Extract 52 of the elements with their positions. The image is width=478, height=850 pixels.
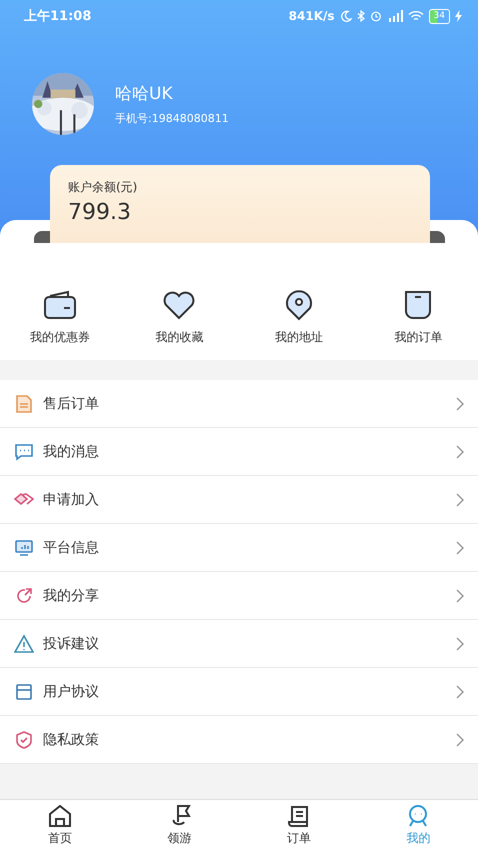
wallet-icon [42, 289, 78, 321]
menu-item[interactable]: 投诉建议 [0, 620, 478, 668]
chat-bubble-icon [14, 442, 34, 462]
balance-card[interactable]: 账户余额(元) 799.3 [50, 165, 430, 243]
shield-icon [14, 730, 34, 750]
menu-item[interactable]: 我的消息 [0, 428, 478, 476]
chevron-right-icon [456, 444, 464, 458]
menu-label: 我的分享 [43, 586, 100, 604]
charging-icon [455, 10, 462, 22]
menu-item[interactable]: 我的分享 [0, 572, 478, 620]
chevron-right-icon [456, 588, 464, 602]
chevron-right-icon [456, 396, 464, 410]
menu-label: 隐私政策 [43, 730, 100, 748]
balance-amount: 799.3 [68, 200, 132, 225]
menu-item[interactable]: 平台信息 [0, 524, 478, 572]
warning-icon [14, 634, 34, 654]
menu-label: 申请加入 [43, 490, 100, 508]
chevron-right-icon [456, 684, 464, 698]
wifi-icon [408, 10, 424, 22]
moon-icon [340, 10, 352, 22]
chevron-right-icon [456, 540, 464, 554]
network-speed: 841K/s [288, 9, 335, 23]
menu-item[interactable]: 申请加入 [0, 476, 478, 524]
monitor-icon [14, 538, 34, 558]
tab-item[interactable]: 首页 [0, 800, 120, 850]
shortcut-item[interactable]: 我的收藏 [120, 289, 239, 346]
shortcut-item[interactable]: 我的地址 [239, 289, 358, 346]
menu-label: 售后订单 [43, 394, 100, 412]
alarm-icon [370, 10, 382, 22]
menu-item[interactable]: 售后订单 [0, 380, 478, 428]
shortcut-item[interactable]: 我的优惠券 [0, 289, 120, 346]
chevron-right-icon [456, 636, 464, 650]
menu-label: 投诉建议 [43, 634, 100, 652]
menu-label: 平台信息 [43, 538, 100, 556]
tab-item[interactable]: 领游 [120, 800, 239, 850]
chevron-right-icon [456, 732, 464, 746]
heart-icon [161, 289, 198, 321]
user-name: 哈哈UK [115, 83, 174, 105]
bluetooth-icon [356, 10, 365, 22]
balance-label: 账户余额(元) [68, 179, 138, 196]
home-icon [46, 804, 73, 828]
signal-icon [386, 10, 403, 22]
status-time: 上午11:08 [24, 8, 92, 25]
tab-item[interactable]: 订单 [239, 800, 358, 850]
share-icon [14, 586, 34, 606]
menu-label: 用户协议 [43, 682, 100, 700]
shortcut-item[interactable]: 我的订单 [358, 289, 478, 346]
menu-item[interactable]: 隐私政策 [0, 716, 478, 764]
phone-number: 手机号:19848080811 [115, 111, 229, 126]
menu-item[interactable]: 用户协议 [0, 668, 478, 716]
chevron-right-icon [456, 492, 464, 506]
menu-label: 我的消息 [43, 442, 100, 460]
